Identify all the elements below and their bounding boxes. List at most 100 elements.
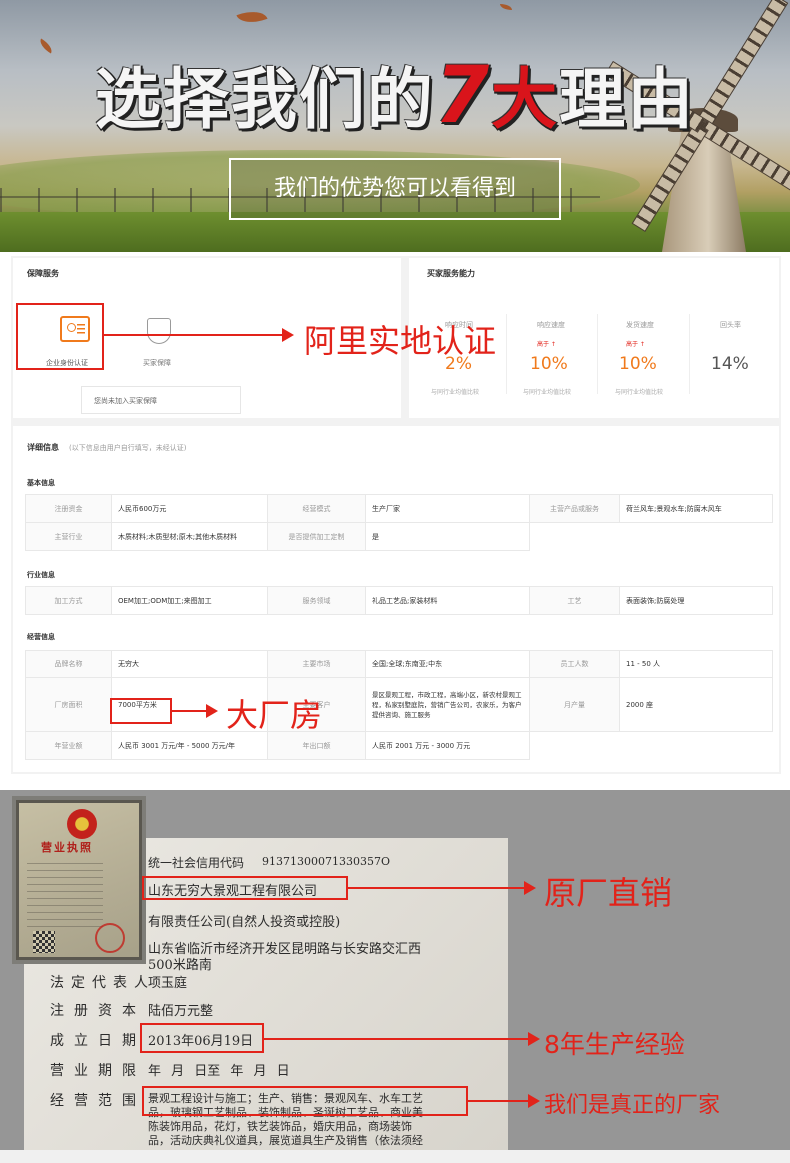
established-label: 成立日期 <box>50 1033 146 1049</box>
table-value: 表面装饰;防腐处理 <box>619 586 773 615</box>
basic-info-table: 注册资金 人民币600万元 经营模式 生产厂家 主营产品或服务 荷兰风车;景观水… <box>25 494 773 551</box>
license-thumbnail-frame: 营业执照 <box>16 800 142 960</box>
annotation-real: 我们是真正的厂家 <box>544 1093 721 1118</box>
table-key: 月产量 <box>529 677 620 732</box>
metric-compare: 与同行业均值比较 <box>431 389 480 396</box>
license-thumbnail: 营业执照 <box>12 796 146 964</box>
metric-label: 响应速度 <box>537 321 565 329</box>
table-row: 注册资金 人民币600万元 经营模式 生产厂家 主营产品或服务 荷兰风车;景观水… <box>25 494 773 523</box>
details-title: 详细信息 <box>27 443 59 452</box>
annotation-experience: 8年生产经验 <box>544 1030 685 1059</box>
table-key: 主营产品或服务 <box>529 494 620 523</box>
details-note: (以下信息由用户自行填写，未经认证) <box>69 444 187 452</box>
capital-label: 注册资本 <box>50 1003 146 1019</box>
national-emblem-icon <box>67 809 97 839</box>
table-value: 2000 座 <box>619 677 773 732</box>
term-label: 营业期限 <box>50 1063 146 1079</box>
arrow-head-icon <box>528 1094 540 1108</box>
qr-code-icon <box>33 931 55 953</box>
address-line: 500米路南 <box>148 958 212 973</box>
annotation-direct: 原厂直销 <box>544 874 673 912</box>
arrow-head-icon <box>524 881 536 895</box>
metric-divider <box>689 314 690 394</box>
table-key: 年营业额 <box>25 731 112 760</box>
table-key: 品牌名称 <box>25 650 112 678</box>
guarantee-tooltip: 您尚未加入买家保障 <box>81 386 241 414</box>
scope-line: 品，活动庆典礼仪道具，展览道具生产及销售（依法须经 <box>148 1134 423 1147</box>
highlight-box <box>110 698 172 724</box>
metric-compare: 与同行业均值比较 <box>523 389 572 396</box>
highlight-box <box>140 1023 264 1053</box>
guarantee-note: 您尚未加入买家保障 <box>94 397 157 405</box>
guarantee-title: 保障服务 <box>27 269 59 278</box>
metric-value: 10% <box>619 354 657 374</box>
arrow-head-icon <box>206 704 218 718</box>
table-empty <box>620 523 773 551</box>
table-value: 无穷大 <box>111 650 268 678</box>
buyer-service-title: 买家服务能力 <box>427 269 475 278</box>
table-empty <box>530 523 620 551</box>
industry-info-table: 加工方式 OEM加工;ODM加工;来图加工 服务领域 礼品工艺品;家装材料 工艺… <box>25 586 773 615</box>
metric-value: 14% <box>711 354 749 374</box>
table-key: 工艺 <box>529 586 620 615</box>
table-value: 生产厂家 <box>365 494 530 523</box>
red-seal-icon <box>95 923 125 953</box>
leaf-icon <box>500 4 512 10</box>
credit-code-label: 统一社会信用代码 <box>148 856 245 870</box>
table-value: 木质材料;木质型材;原木;其他木质材料 <box>111 522 268 551</box>
table-empty <box>620 732 773 760</box>
metric-divider <box>597 314 598 394</box>
arrow-line <box>172 710 206 712</box>
metric-badge: 高于 ↑ <box>626 341 645 348</box>
table-row: 主营行业 木质材料;木质型材;原木;其他木质材料 是否提供加工定制 是 <box>25 522 773 551</box>
table-key: 服务领域 <box>267 586 366 615</box>
hero-subtitle: 我们的优势您可以看得到 <box>229 158 561 220</box>
table-empty <box>530 732 620 760</box>
license-thumbnail-text <box>27 863 103 933</box>
table-key: 厂房面积 <box>25 677 112 732</box>
metric-value: 10% <box>530 354 568 374</box>
legal-rep-label: 法定代表人 <box>50 975 155 991</box>
table-value: 11 - 50 人 <box>619 650 773 678</box>
table-value: OEM加工;ODM加工;来图加工 <box>111 586 268 615</box>
legal-rep: 项玉庭 <box>148 976 188 991</box>
table-value: 是 <box>365 522 530 551</box>
license-thumbnail-title: 营业执照 <box>41 841 93 854</box>
hero-banner: 选择我们的7大理由 我们的优势您可以看得到 <box>0 0 790 252</box>
guarantee-item-label[interactable]: 买家保障 <box>143 358 171 368</box>
metric-badge: 高于 ↑ <box>537 341 556 348</box>
arrow-line <box>104 334 282 336</box>
arrow-head-icon <box>528 1032 540 1046</box>
shield-icon[interactable] <box>147 318 171 344</box>
hero-title: 选择我们的7大理由 <box>94 51 696 141</box>
highlight-box <box>142 876 348 900</box>
annotation-ali: 阿里实地认证 <box>304 322 497 360</box>
company-type: 有限责任公司(自然人投资或控股) <box>148 915 341 930</box>
arrow-line <box>468 1100 528 1102</box>
table-row: 年营业额 人民币 3001 万元/年 - 5000 万元/年 年出口额 人民币 … <box>25 731 773 760</box>
leaf-icon <box>236 5 268 29</box>
metric-compare: 与同行业均值比较 <box>615 389 664 396</box>
table-key: 经营模式 <box>267 494 366 523</box>
term: 年 月 日至 年 月 日 <box>148 1064 290 1079</box>
table-key: 主营行业 <box>25 522 112 551</box>
table-key: 是否提供加工定制 <box>267 522 366 551</box>
table-value: 礼品工艺品;家装材料 <box>365 586 530 615</box>
metric-label: 发货速度 <box>626 321 654 329</box>
scope-label: 经营范围 <box>50 1093 146 1109</box>
arrow-line <box>264 1038 528 1040</box>
table-value: 荷兰风车;景观水车;防腐木风车 <box>619 494 773 523</box>
metric-label: 回头率 <box>720 321 741 329</box>
basic-info-label: 基本信息 <box>27 479 55 487</box>
credit-code: 91371300071330357O <box>262 855 390 868</box>
bottom-strip <box>0 1150 790 1163</box>
annotation-factory: 大厂房 <box>226 696 323 734</box>
table-key: 加工方式 <box>25 586 112 615</box>
table-key: 注册资金 <box>25 494 112 523</box>
table-value: 景区景观工程，市政工程，高端小区，新农村景观工程，私家别墅庭院，营销广告公司，农… <box>365 677 530 732</box>
metric-divider <box>506 314 507 394</box>
highlight-box <box>16 303 104 370</box>
table-key: 员工人数 <box>529 650 620 678</box>
table-value: 人民币600万元 <box>111 494 268 523</box>
arrow-line <box>348 887 524 889</box>
